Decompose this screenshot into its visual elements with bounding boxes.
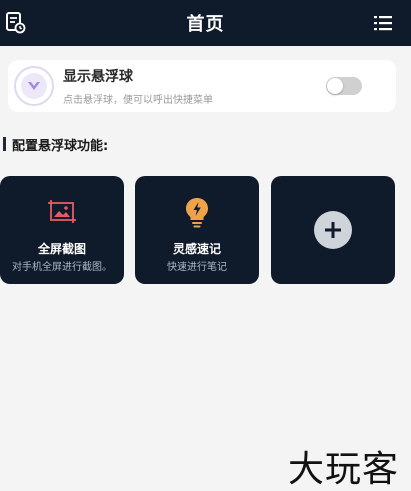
lightbulb-icon	[181, 196, 213, 228]
toggle-knob	[327, 78, 343, 94]
screenshot-image-icon	[46, 196, 78, 228]
float-ball-title: 显示悬浮球	[63, 69, 133, 85]
tile-description: 对手机全屏进行截图。	[12, 262, 112, 273]
document-icon[interactable]	[2, 9, 30, 37]
tile-fullscreen-screenshot[interactable]: 全屏截图 对手机全屏进行截图。	[0, 176, 124, 284]
plus-circle-icon[interactable]	[314, 211, 352, 249]
tile-title: 全屏截图	[37, 242, 86, 256]
menu-list-icon[interactable]	[369, 9, 397, 37]
page-title: 首页	[186, 14, 225, 35]
section-title: 配置悬浮球功能:	[12, 138, 109, 154]
tile-title: 灵感速记	[172, 242, 221, 256]
float-ball-setting-card: 显示悬浮球 点击悬浮球，便可以呼出快捷菜单	[8, 60, 396, 112]
watermark-logo: 大玩客	[287, 449, 399, 490]
tile-add-function[interactable]	[271, 176, 395, 284]
section-heading: 配置悬浮球功能:	[3, 135, 109, 154]
chevron-down-logo-icon	[14, 66, 54, 106]
tile-quick-note[interactable]: 灵感速记 快速进行笔记	[135, 176, 259, 284]
float-ball-toggle[interactable]	[326, 77, 362, 95]
tile-description: 快速进行笔记	[167, 262, 227, 273]
section-bar-marker	[3, 137, 6, 151]
top-header: 首页	[0, 0, 411, 46]
float-ball-subtitle: 点击悬浮球，便可以呼出快捷菜单	[63, 95, 213, 106]
